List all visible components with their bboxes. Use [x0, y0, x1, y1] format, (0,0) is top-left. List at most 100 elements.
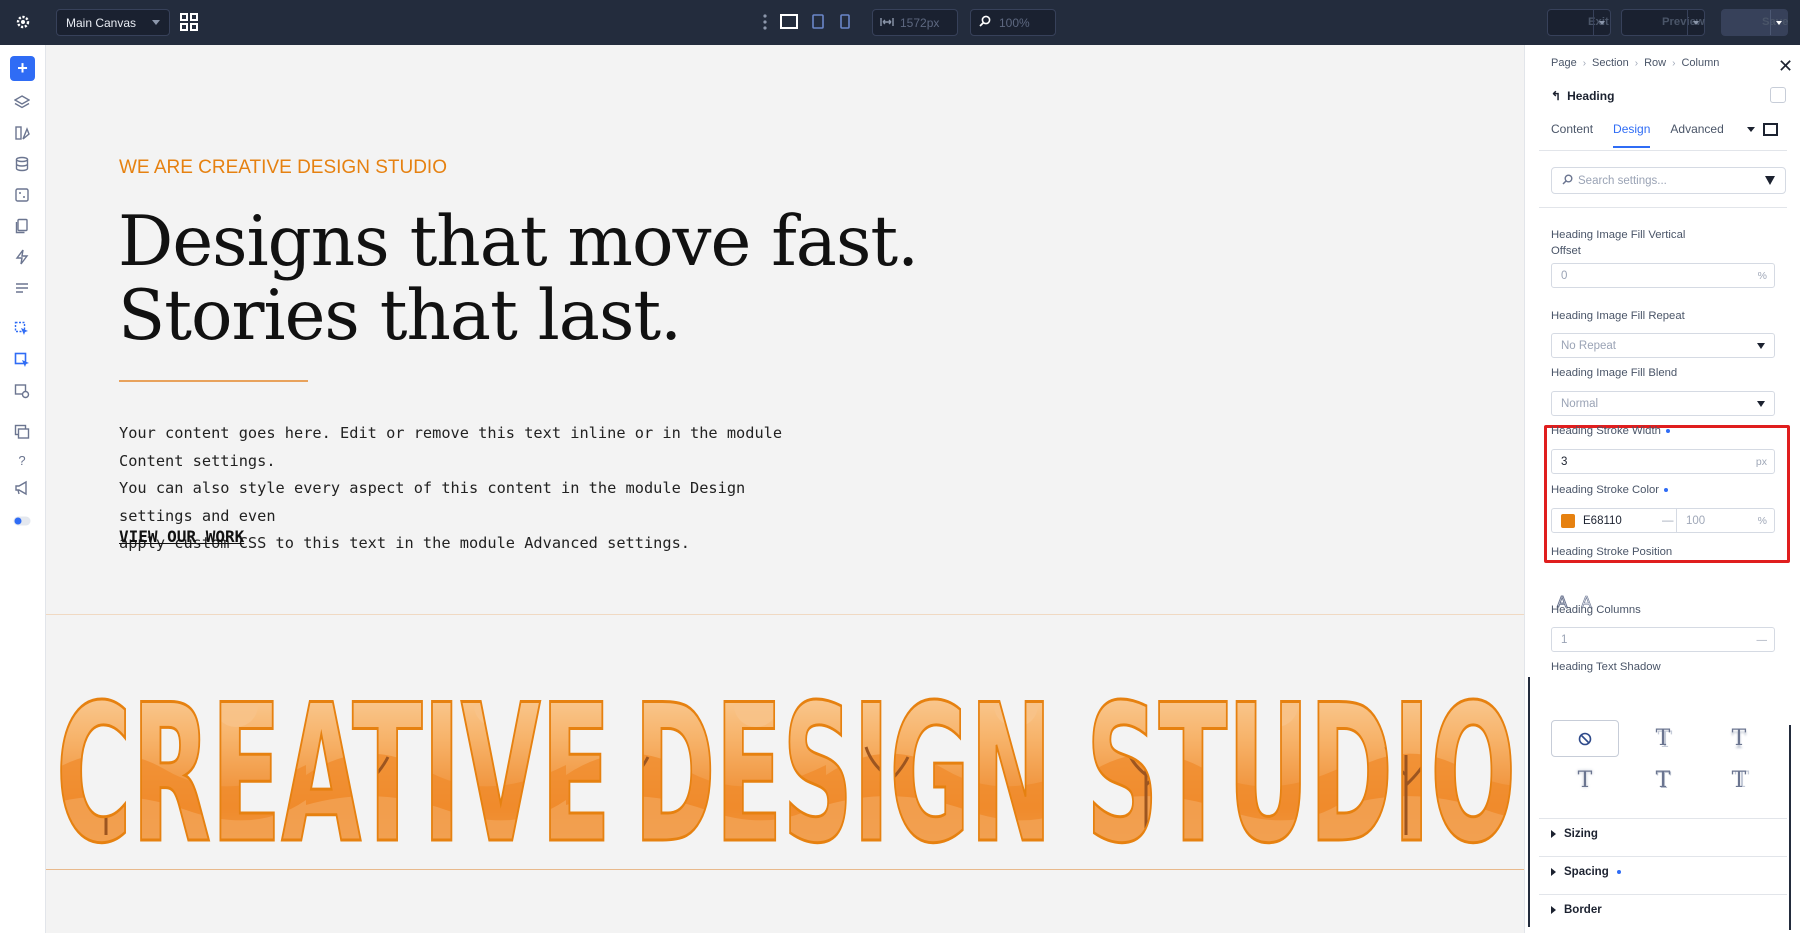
modified-dot-icon	[1665, 429, 1670, 434]
fill-repeat-select[interactable]: No Repeat	[1551, 333, 1775, 358]
canvas-selector[interactable]: Main Canvas	[56, 9, 170, 36]
tab-extra-controls	[1747, 123, 1778, 136]
shadow-preset-5-icon[interactable]: T	[1705, 762, 1773, 799]
layers-icon[interactable]	[12, 92, 32, 112]
chevron-down-icon	[1757, 343, 1765, 349]
save-button[interactable]: Save	[1721, 9, 1788, 36]
theme-builder-icon[interactable]	[12, 123, 32, 143]
tab-design[interactable]: Design	[1613, 122, 1651, 148]
accordion-divider	[1539, 856, 1787, 857]
accordion-sizing[interactable]: Sizing	[1551, 828, 1598, 840]
shadow-preset-1-icon[interactable]: T	[1629, 720, 1697, 757]
grid-layout-icon[interactable]	[180, 13, 198, 31]
element-options-icon[interactable]	[1770, 87, 1786, 103]
phone-view-icon[interactable]	[840, 14, 850, 34]
breadcrumb-section[interactable]: Section	[1592, 57, 1629, 69]
fill-blend-value: Normal	[1561, 397, 1599, 410]
megaphone-icon[interactable]	[12, 478, 32, 498]
fill-blend-select[interactable]: Normal	[1551, 391, 1775, 416]
multi-select-icon[interactable]	[12, 350, 32, 370]
eyebrow-text[interactable]: WE ARE CREATIVE DESIGN STUDIO	[119, 157, 447, 179]
fill-vertical-offset-value: 0	[1561, 269, 1568, 282]
dash-icon: —	[1756, 633, 1768, 646]
element-title: ↰ Heading	[1551, 89, 1614, 103]
help-icon[interactable]: ?	[12, 450, 32, 470]
main-heading[interactable]: Designs that move fast. Stories that las…	[118, 205, 919, 356]
stroke-opacity-value[interactable]: 100	[1686, 515, 1705, 527]
big-stroked-heading[interactable]: CREATIVE DESIGN STUDIO	[46, 635, 1524, 866]
accent-divider	[119, 380, 308, 382]
close-panel-icon[interactable]: ✕	[1778, 57, 1793, 75]
add-element-button[interactable]: +	[10, 56, 35, 81]
toggle-icon[interactable]	[12, 511, 32, 531]
no-shadow-icon	[1578, 732, 1592, 745]
panel-scrollbar[interactable]	[1789, 725, 1791, 930]
breadcrumb-row[interactable]: Row	[1644, 57, 1666, 69]
tab-content[interactable]: Content	[1551, 122, 1593, 148]
accordion-spacing[interactable]: Spacing	[1551, 866, 1621, 878]
desktop-view-icon[interactable]	[780, 14, 798, 34]
back-arrow-icon[interactable]: ↰	[1551, 89, 1561, 103]
stroke-color-input[interactable]: E68110 — 100 %	[1551, 508, 1775, 533]
preview-dropdown-icon[interactable]	[1687, 10, 1704, 35]
modified-dot-icon	[1616, 870, 1621, 874]
layout-settings-icon[interactable]	[12, 381, 32, 401]
database-icon[interactable]	[12, 154, 32, 174]
modules-icon[interactable]	[12, 185, 32, 205]
dash-icon: —	[1662, 514, 1674, 527]
windows-icon[interactable]	[12, 422, 32, 442]
text-shadow-label: Heading Text Shadow	[1551, 661, 1661, 673]
filter-icon[interactable]	[1765, 176, 1775, 185]
fill-vertical-offset-input[interactable]: 0 %	[1551, 263, 1775, 288]
color-swatch[interactable]	[1561, 513, 1575, 528]
stroke-width-value: 3	[1561, 455, 1568, 468]
lightning-icon[interactable]	[12, 247, 32, 267]
columns-value: 1	[1561, 633, 1568, 646]
search-placeholder: Search settings...	[1578, 174, 1667, 187]
view-our-work-link[interactable]: VIEW OUR WORK	[119, 527, 244, 546]
top-toolbar: Main Canvas 1572px 100% Exit Preview Sav…	[0, 0, 1800, 45]
exit-dropdown-icon[interactable]	[1593, 10, 1610, 35]
panel-resize-handle[interactable]	[1528, 677, 1530, 927]
canvas-width-field[interactable]: 1572px	[872, 9, 958, 36]
builder-canvas: WE ARE CREATIVE DESIGN STUDIO Designs th…	[46, 45, 1524, 933]
breadcrumb-page[interactable]: Page	[1551, 57, 1577, 69]
shadow-preset-2-icon[interactable]: T	[1705, 720, 1773, 757]
pages-icon[interactable]	[12, 216, 32, 236]
settings-gear-icon[interactable]	[12, 11, 34, 33]
shadow-preset-4-icon[interactable]: T	[1629, 762, 1697, 799]
stroke-position-label: Heading Stroke Position	[1551, 546, 1673, 558]
accordion-border[interactable]: Border	[1551, 904, 1602, 916]
settings-panel: Page › Section › Row › Column ✕ ↰ Headin…	[1524, 45, 1800, 933]
field-separator	[1676, 508, 1677, 533]
tablet-view-icon[interactable]	[812, 14, 824, 34]
fill-vertical-offset-label: Heading Image Fill Vertical Offset	[1551, 228, 1685, 259]
stroke-width-unit: px	[1755, 455, 1767, 468]
preset-box-icon[interactable]	[1763, 123, 1778, 136]
modified-dot-icon	[1664, 488, 1669, 493]
breadcrumb: Page › Section › Row › Column	[1551, 57, 1719, 69]
zoom-field[interactable]: 100%	[970, 9, 1056, 36]
cursor-select-icon[interactable]	[12, 319, 32, 339]
columns-input[interactable]: 1 —	[1551, 627, 1775, 652]
shadow-none-option[interactable]	[1551, 720, 1619, 757]
more-vertical-icon[interactable]	[763, 14, 767, 35]
big-word-studio: STUDIO	[1086, 664, 1516, 865]
left-sidebar: + ?	[0, 45, 46, 933]
breadcrumb-column[interactable]: Column	[1681, 57, 1719, 69]
section-divider-top	[46, 614, 1524, 615]
search-settings-input[interactable]: Search settings...	[1551, 167, 1786, 194]
tab-dropdown-icon[interactable]	[1747, 127, 1755, 132]
tab-advanced[interactable]: Advanced	[1670, 122, 1723, 148]
preview-button[interactable]: Preview	[1621, 9, 1705, 36]
exit-button[interactable]: Exit	[1547, 9, 1611, 36]
big-word-design: DESIGN	[634, 664, 1052, 865]
element-title-label: Heading	[1567, 89, 1615, 103]
columns-label: Heading Columns	[1551, 604, 1641, 616]
heading-line-2: Stories that last.	[118, 276, 682, 356]
chevron-down-icon	[1757, 401, 1765, 407]
sliders-icon[interactable]	[12, 278, 32, 298]
shadow-preset-3-icon[interactable]: T	[1551, 762, 1619, 799]
save-dropdown-icon[interactable]	[1770, 10, 1787, 35]
stroke-width-input[interactable]: 3 px	[1551, 449, 1775, 474]
